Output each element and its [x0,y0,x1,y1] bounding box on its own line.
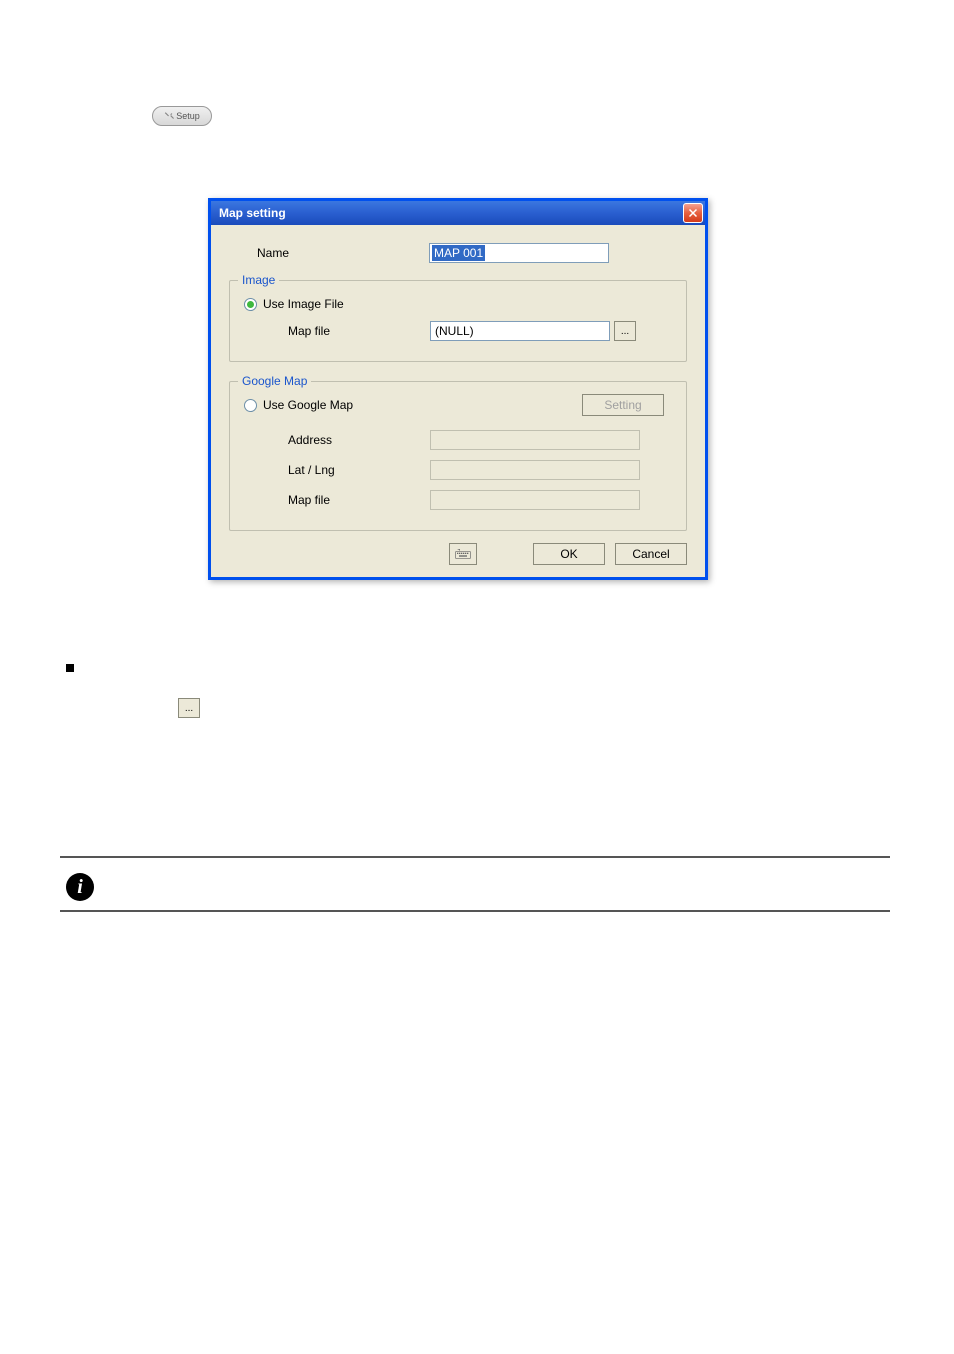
keyboard-icon [455,548,471,560]
address-field [430,430,640,450]
browse-image-button[interactable]: ... [614,321,636,341]
close-icon [687,207,699,219]
keyboard-button[interactable] [449,543,477,565]
image-legend: Image [238,273,279,287]
info-icon: i [66,873,94,901]
image-map-file-input[interactable] [430,321,610,341]
setup-button-label: Setup [176,111,200,121]
dialog-title: Map setting [219,206,286,220]
name-input[interactable]: MAP 001 [429,243,609,263]
bullet-icon [66,664,74,672]
ok-button[interactable]: OK [533,543,605,565]
use-google-map-label: Use Google Map [263,398,353,412]
dialog-body: Name MAP 001 Image Use Image File Map fi… [211,225,705,577]
google-legend: Google Map [238,374,311,388]
dialog-footer: OK Cancel [229,543,687,565]
address-label: Address [238,433,430,447]
cancel-button[interactable]: Cancel [615,543,687,565]
google-setting-button[interactable]: Setting [582,394,664,416]
map-setting-dialog: Map setting Name MAP 001 Image Use Image… [208,198,708,580]
close-button[interactable] [683,203,703,223]
tools-icon [164,111,174,121]
google-setting-label: Setting [604,398,641,412]
ok-label: OK [560,547,577,561]
use-image-file-radio[interactable] [244,298,257,311]
ellipsis-icon: ... [185,703,193,714]
name-label: Name [229,246,429,260]
latlng-label: Lat / Lng [238,463,430,477]
image-group: Image Use Image File Map file ... [229,273,687,362]
google-map-group: Google Map Use Google Map Setting Addres… [229,374,687,531]
google-map-file-field [430,490,640,510]
setup-button[interactable]: Setup [152,106,212,126]
cancel-label: Cancel [632,547,669,561]
use-image-file-label: Use Image File [263,297,344,311]
divider [60,856,890,858]
titlebar: Map setting [211,201,705,225]
ellipsis-icon: ... [621,326,629,337]
latlng-field [430,460,640,480]
name-input-value: MAP 001 [432,245,485,261]
google-map-file-label: Map file [238,493,430,507]
use-google-map-radio[interactable] [244,399,257,412]
image-map-file-label: Map file [238,324,430,338]
divider [60,910,890,912]
inline-browse-button[interactable]: ... [178,698,200,718]
